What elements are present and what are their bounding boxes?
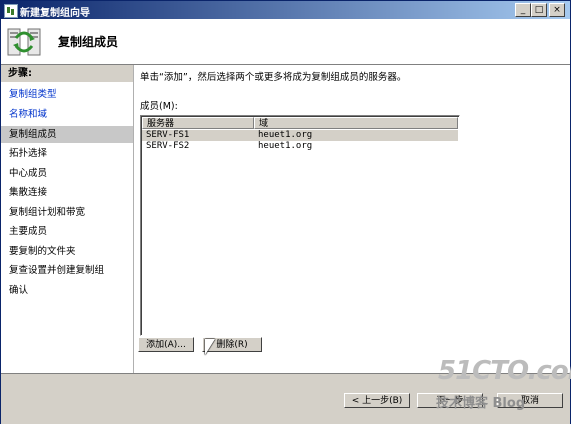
steps-label: 步骤:	[1, 65, 133, 82]
minimize-button[interactable]: _	[515, 3, 531, 17]
back-button[interactable]: < 上一步(B)	[344, 393, 410, 408]
title-bar[interactable]: 新建复制组向导 _ □ ×	[1, 1, 570, 19]
page-title: 复制组成员	[58, 35, 119, 49]
add-button[interactable]: 添加(A)...	[138, 337, 194, 352]
column-header-domain[interactable]: 域	[254, 117, 458, 129]
domain-cell: heuet1.org	[258, 130, 313, 140]
watermark-blog: 技术博客 Blog	[436, 396, 526, 411]
sidebar-item-replication-group-members: 复制组成员	[1, 126, 133, 143]
sidebar-item-replication-group-type[interactable]: 复制组类型	[1, 86, 133, 103]
mouse-cursor	[205, 339, 215, 355]
sidebar-item-hub-members: 中心成员	[9, 168, 48, 179]
sidebar-item-schedule-and-bandwidth: 复制组计划和带宽	[9, 207, 86, 218]
sidebar-item-hub-spoke-connections: 集散连接	[9, 187, 48, 198]
sidebar-item-primary-member: 主要成员	[9, 226, 48, 237]
server-cell: SERV-FS1	[146, 130, 190, 140]
app-icon	[4, 4, 18, 18]
sidebar-item-folders-to-replicate: 要复制的文件夹	[9, 246, 76, 257]
sidebar-item-topology-selection: 拓扑选择	[9, 148, 48, 159]
maximize-button[interactable]: □	[531, 3, 547, 17]
replication-wizard-icon	[7, 28, 41, 56]
members-label: 成员(M):	[140, 101, 178, 112]
column-header-server[interactable]: 服务器	[142, 117, 254, 129]
window-title: 新建复制组向导	[20, 8, 90, 19]
watermark-site: 51CTO.com	[438, 356, 571, 386]
table-row[interactable]: SERV-FS1 heuet1.org	[142, 130, 458, 141]
instruction-text: 单击“添加”，然后选择两个或更多将成为复制组成员的服务器。	[140, 72, 407, 83]
main-content: 单击“添加”，然后选择两个或更多将成为复制组成员的服务器。 成员(M): 服务器…	[134, 65, 570, 373]
sidebar-item-confirmation: 确认	[9, 285, 29, 296]
sidebar-item-name-and-domain[interactable]: 名称和域	[1, 106, 133, 123]
domain-cell: heuet1.org	[258, 141, 313, 151]
server-cell: SERV-FS2	[146, 141, 190, 151]
steps-sidebar: 步骤: 复制组类型 名称和域 复制组成员 拓扑选择 中心成员 集散连接 复制组计…	[1, 65, 134, 373]
wizard-header: 复制组成员	[1, 19, 570, 65]
sidebar-item-review-settings: 复查设置并创建复制组	[9, 265, 105, 276]
close-button[interactable]: ×	[549, 3, 565, 17]
table-row[interactable]: SERV-FS2 heuet1.org	[142, 141, 458, 152]
members-list[interactable]: 服务器 域 SERV-FS1 heuet1.org SERV-FS2 heuet…	[140, 115, 460, 336]
